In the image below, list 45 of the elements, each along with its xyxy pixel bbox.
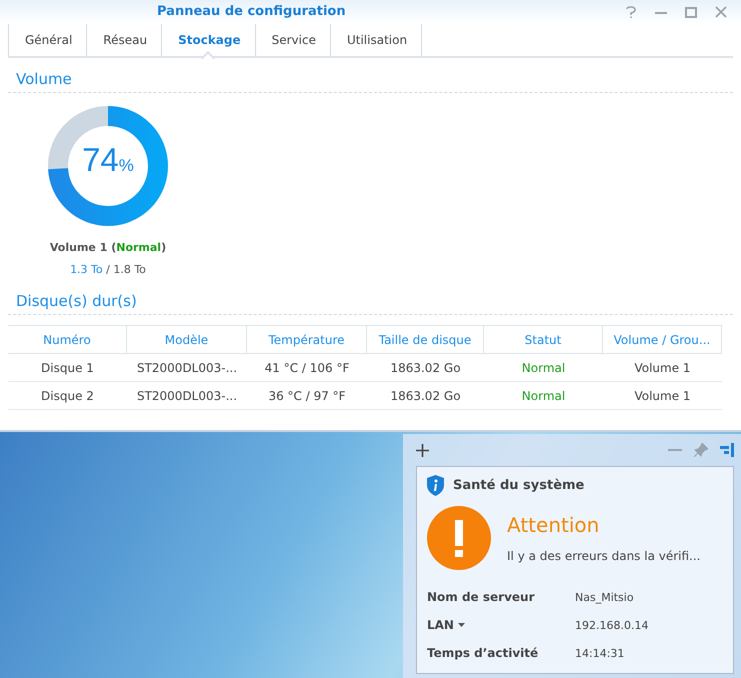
close-icon[interactable] [713,4,729,20]
tab[interactable]: Général [8,24,86,56]
usage-percent: 74% [81,141,135,179]
info-value: 14:14:31 [575,646,626,660]
tab[interactable]: Réseau [86,24,162,56]
widget-title: Santé du système [453,478,584,493]
caret-icon[interactable] [458,623,465,627]
column-header[interactable]: Volume / Grou... [603,325,722,354]
pin-icon[interactable] [694,443,708,457]
status-heading: Attention [507,513,600,537]
volume-size: 1.3 To / 1.8 To [70,263,146,276]
table-cell: Disque 2 [8,382,127,410]
section-title: Disque(s) dur(s) [8,292,733,315]
column-header[interactable]: Numéro [8,325,127,354]
panel-toggle-icon[interactable] [720,443,734,457]
info-value: 192.168.0.14 [575,618,650,632]
table-cell: ST2000DL003-... [127,382,247,410]
table-cell: 1863.02 Go [367,382,484,410]
add-icon[interactable] [416,444,429,456]
table-cell: Volume 1 [603,382,722,410]
status-message: Il y a des erreurs dans la vérifi... [507,549,700,563]
table-cell: 41 °C / 106 °F [247,354,367,382]
lan-dropdown[interactable]: LAN [427,618,465,632]
info-label: Temps d’activité [427,646,540,660]
table-cell: Disque 1 [8,354,127,382]
table-cell: 36 °C / 97 °F [247,382,367,410]
info-label: Nom de serveur [427,590,536,604]
table-cell: Volume 1 [603,354,722,382]
table-cell: 1863.02 Go [367,354,484,382]
tab[interactable]: Utilisation [330,24,422,56]
tab[interactable]: Service [254,24,330,56]
table-cell: ST2000DL003-... [127,354,247,382]
shield-info-icon [427,475,444,496]
table-cell: Normal [484,354,603,382]
column-header[interactable]: Statut [484,325,603,354]
info-value: Nas_Mitsio [575,590,635,604]
column-header[interactable]: Taille de disque [367,325,484,354]
maximize-icon[interactable] [683,4,699,20]
column-header[interactable]: Température [247,325,367,354]
volume-caption: Volume 1 (Normal) [50,241,166,254]
warning-icon [427,506,491,570]
column-header[interactable]: Modèle [127,325,247,354]
window-title: Panneau de configuration [157,4,346,19]
table-cell: Normal [484,382,603,410]
section-title: Volume [8,70,733,93]
